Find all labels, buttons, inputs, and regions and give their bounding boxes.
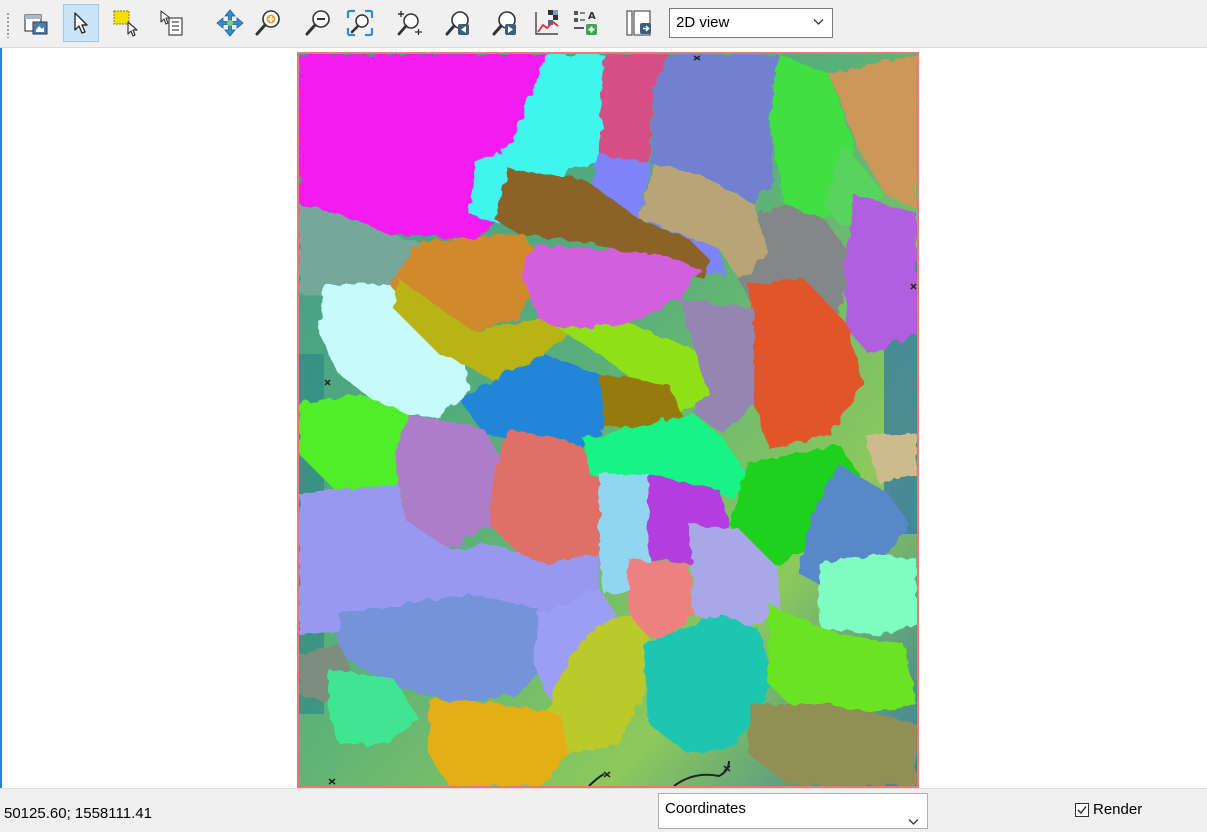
zoom-full-extent-icon — [346, 9, 374, 37]
select-button[interactable] — [63, 4, 99, 42]
zoom-extent-button[interactable] — [342, 4, 378, 42]
coordinate-mode-select[interactable]: Coordinates — [658, 793, 928, 829]
coordinates-readout: 50125.60; 1558111.41 — [4, 805, 152, 822]
export-layout-icon — [626, 10, 651, 36]
render-label: Render — [1093, 801, 1143, 818]
legend-add-icon: A — [574, 11, 597, 35]
identify-button[interactable] — [153, 4, 189, 42]
chevron-down-icon — [813, 19, 824, 25]
export-button[interactable] — [621, 4, 657, 42]
pan-arrows-icon — [216, 9, 244, 37]
zoom-in-icon — [255, 10, 280, 36]
canvas-focus-edge — [0, 48, 2, 788]
select-rectangle-button[interactable] — [108, 4, 144, 42]
zoom-out-button[interactable] — [300, 4, 336, 42]
map-toolbar: A 2D view — [0, 0, 1207, 48]
watershed-map-image — [299, 54, 917, 786]
chevron-down-icon — [908, 819, 919, 825]
zoom-in-button[interactable] — [250, 4, 286, 42]
view-mode-value: 2D view — [676, 14, 730, 31]
checkmark-icon — [1077, 805, 1087, 814]
watershed-map[interactable] — [297, 52, 919, 788]
status-bar: 50125.60; 1558111.41 Coordinates Render — [0, 788, 1207, 832]
zoom-next-button[interactable] — [487, 4, 523, 42]
pan-button[interactable] — [212, 4, 248, 42]
map-window-icon — [24, 14, 48, 35]
zoom-layer-button[interactable] — [391, 4, 427, 42]
map-window-button[interactable] — [18, 4, 54, 42]
select-rectangle-icon — [113, 10, 138, 37]
toolbar-grip[interactable] — [6, 12, 10, 38]
zoom-out-icon — [305, 10, 330, 36]
view-mode-select[interactable]: 2D view — [669, 8, 833, 38]
profile-chart-icon — [535, 10, 559, 35]
render-checkbox[interactable] — [1075, 802, 1089, 817]
zoom-next-icon — [492, 11, 516, 36]
arrow-pointer-icon — [74, 12, 88, 34]
svg-text:A: A — [588, 11, 596, 22]
coordinate-mode-value: Coordinates — [665, 800, 746, 817]
profile-button[interactable] — [529, 4, 565, 42]
identify-info-icon — [160, 10, 183, 36]
zoom-previous-button[interactable] — [440, 4, 476, 42]
zoom-to-layer-icon — [397, 11, 422, 36]
legend-button[interactable]: A — [567, 4, 603, 42]
render-toggle[interactable]: Render — [1075, 801, 1142, 818]
zoom-previous-icon — [445, 11, 469, 36]
